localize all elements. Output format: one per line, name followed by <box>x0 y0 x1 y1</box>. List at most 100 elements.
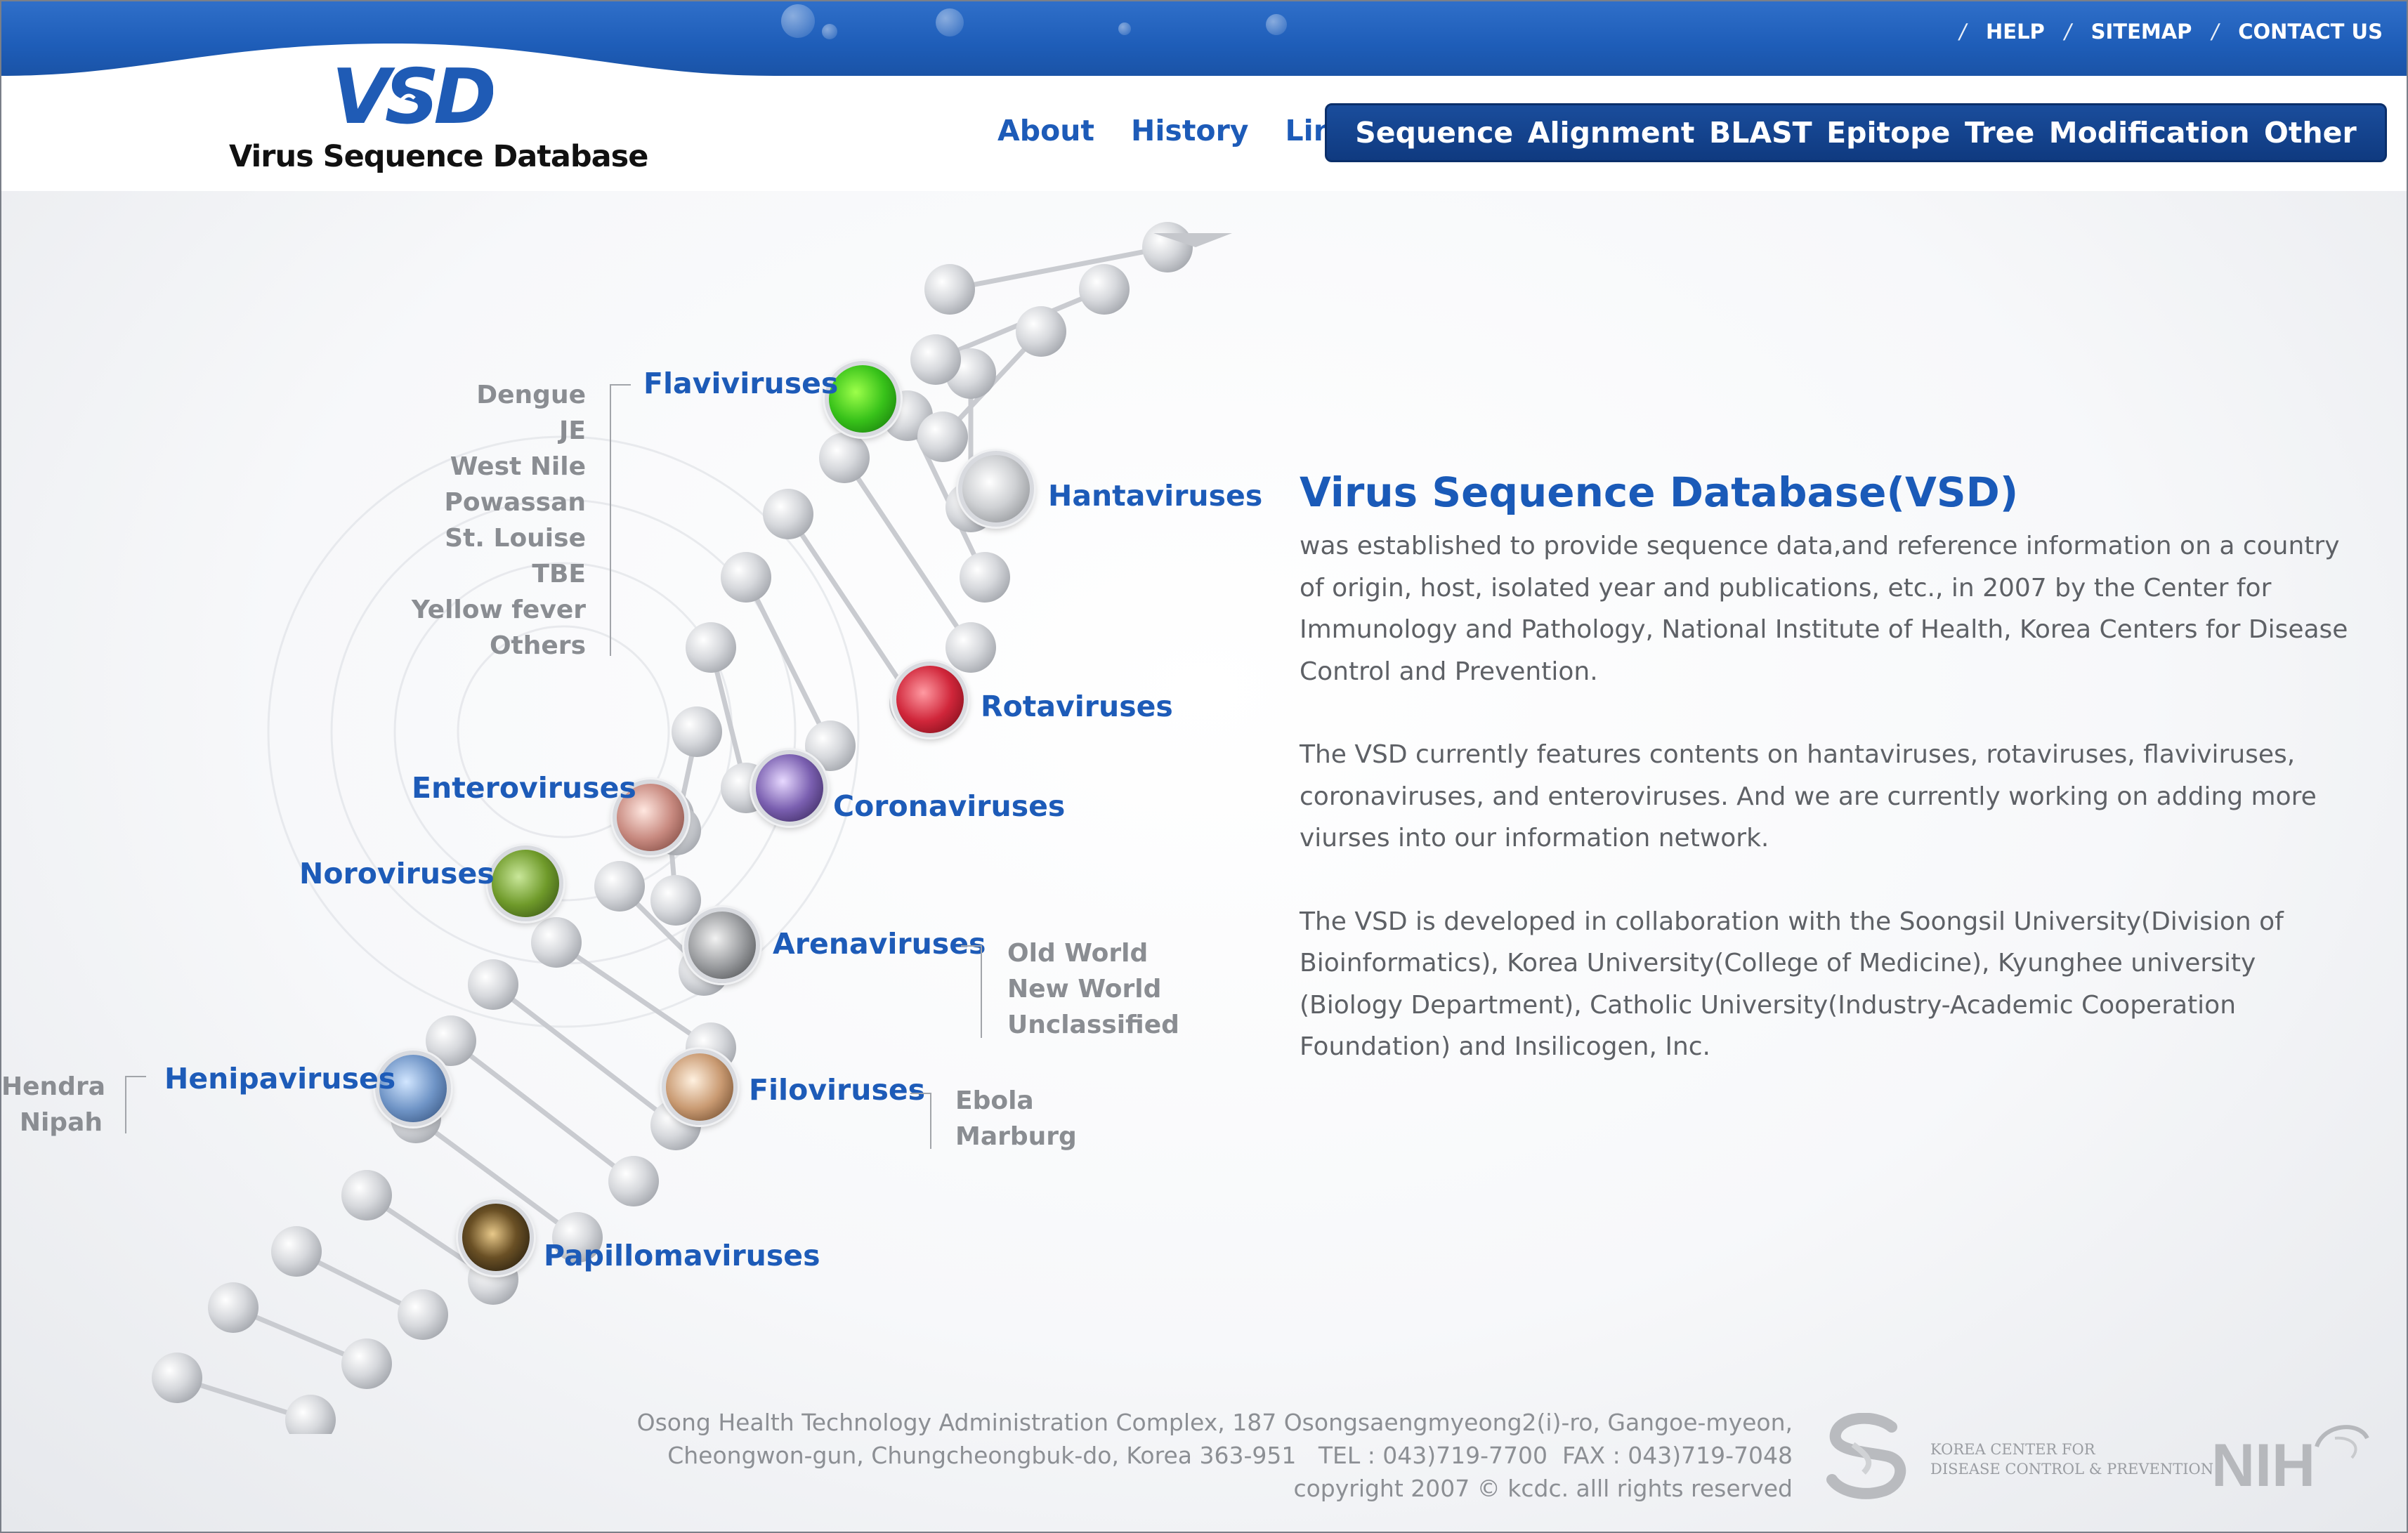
kcdc-logo-line: DISEASE CONTROL & PREVENTION <box>1930 1461 2214 1478</box>
coronavirus-image[interactable] <box>752 750 827 826</box>
nav-tree[interactable]: Tree <box>1965 116 2034 150</box>
bracket <box>961 945 982 1038</box>
dna-bead <box>531 917 582 968</box>
nav-epitope[interactable]: Epitope <box>1826 116 1950 150</box>
noroviruses-link[interactable]: Noroviruses <box>299 857 495 890</box>
dna-bead <box>960 552 1010 603</box>
sublist-item[interactable]: Others <box>395 628 586 664</box>
filoviruses-link[interactable]: Filoviruses <box>749 1073 925 1107</box>
bubble-decoration <box>936 8 964 37</box>
dna-bead <box>819 433 870 483</box>
dna-rung <box>949 244 1168 292</box>
dna-bead <box>208 1282 259 1333</box>
dna-bead <box>608 1156 659 1206</box>
logo-title: Virus Sequence Database <box>229 139 648 174</box>
dna-bead <box>341 1170 392 1221</box>
filovirus-image[interactable] <box>662 1049 738 1125</box>
sublist-item[interactable]: Hendra <box>1 1069 105 1105</box>
kcdc-logo-icon <box>1826 1413 1906 1499</box>
papillomaviruses-link[interactable]: Papillomaviruses <box>544 1239 820 1272</box>
dna-bead <box>1016 306 1066 357</box>
intro-paragraph: was established to provide sequence data… <box>1300 532 2348 686</box>
nav-history[interactable]: History <box>1131 114 1248 147</box>
bracket <box>910 1093 931 1149</box>
dna-bead <box>763 489 813 539</box>
arenavirus-image[interactable] <box>684 907 760 983</box>
intro-title: Virus Sequence Database(VSD) <box>1300 468 2019 516</box>
papillomavirus-image[interactable] <box>458 1199 534 1275</box>
sublist-item[interactable]: West Nile <box>395 449 586 485</box>
nav-blast[interactable]: BLAST <box>1709 116 1812 150</box>
norovirus-image[interactable] <box>488 846 563 921</box>
bubble-decoration <box>1266 14 1287 35</box>
hantaviruses-link[interactable]: Hantaviruses <box>1048 479 1262 513</box>
flavivirus-sublist: Dengue JE West Nile Powassan St. Louise … <box>395 377 586 664</box>
sublist-item[interactable]: JE <box>395 413 586 449</box>
henipaviruses-link[interactable]: Henipaviruses <box>164 1062 395 1096</box>
secondary-nav: About History Link <box>997 114 1353 147</box>
henipavirus-sublist: Hendra Nipah <box>1 1069 105 1140</box>
nav-about[interactable]: About <box>997 114 1094 147</box>
dna-bead <box>917 412 968 462</box>
kcdc-logo-line: KOREA CENTER FOR <box>1930 1441 2095 1458</box>
sublist-item[interactable]: Marburg <box>955 1119 1077 1154</box>
hantavirus-image[interactable] <box>958 451 1034 527</box>
arenaviruses-link[interactable]: Arenaviruses <box>773 927 986 961</box>
footer-line: Cheongwon-gun, Chungcheongbuk-do, Korea … <box>667 1442 1793 1469</box>
sublist-item[interactable]: Dengue <box>395 377 586 413</box>
dna-bead <box>285 1395 336 1434</box>
bubble-decoration <box>781 4 815 38</box>
dna-bead <box>152 1353 202 1403</box>
intro-paragraph: The VSD is developed in collaboration wi… <box>1300 907 2284 1062</box>
nav-alignment[interactable]: Alignment <box>1528 116 1695 150</box>
sublist-item[interactable]: St. Louise <box>395 520 586 556</box>
dna-bead <box>672 706 722 757</box>
sitemap-link[interactable]: SITEMAP <box>2091 20 2192 44</box>
bubble-decoration <box>1118 22 1131 35</box>
dna-bead <box>910 334 961 385</box>
rotaviruses-link[interactable]: Rotaviruses <box>981 690 1173 723</box>
vsd-logo[interactable]: VSD Virus Sequence Database <box>226 56 648 179</box>
dna-rung <box>786 513 917 705</box>
copyright: copyright 2007 © kcdc. alll rights reser… <box>1293 1475 1793 1502</box>
sublist-item[interactable]: Unclassified <box>1007 1007 1179 1043</box>
sublist-item[interactable]: Nipah <box>1 1105 103 1140</box>
dna-bead <box>271 1226 322 1277</box>
dna-bead <box>721 552 771 603</box>
dna-bead <box>341 1338 392 1389</box>
utility-nav: / HELP / SITEMAP / CONTACT US <box>1959 20 2383 44</box>
enteroviruses-link[interactable]: Enteroviruses <box>412 771 636 805</box>
dna-bead <box>924 264 975 315</box>
dna-bead <box>1142 222 1193 272</box>
footer-line: Osong Health Technology Administration C… <box>636 1409 1793 1436</box>
sublist-item[interactable]: Ebola <box>955 1083 1077 1119</box>
nav-sequence[interactable]: Sequence <box>1355 116 1513 150</box>
dna-bead <box>686 622 736 673</box>
separator: / <box>2064 20 2072 44</box>
sublist-item[interactable]: Powassan <box>395 485 586 520</box>
vsd-logo-mark: VSD <box>332 56 493 140</box>
dna-rung <box>842 456 973 649</box>
nav-other[interactable]: Other <box>2264 116 2357 150</box>
contact-us-link[interactable]: CONTACT US <box>2238 20 2383 44</box>
help-link[interactable]: HELP <box>1986 20 2045 44</box>
bracket <box>125 1076 146 1133</box>
dna-bead <box>594 861 645 912</box>
kcdc-logo-text: KOREA CENTER FOR DISEASE CONTROL & PREVE… <box>1930 1440 2213 1479</box>
dna-bead <box>1079 264 1130 315</box>
sublist-item[interactable]: New World <box>1007 971 1179 1007</box>
sublist-item[interactable]: Yellow fever <box>395 592 586 628</box>
dna-bead <box>650 875 701 926</box>
sublist-item[interactable]: Old World <box>1007 935 1179 971</box>
dna-bead <box>945 622 996 673</box>
flaviviruses-link[interactable]: Flaviviruses <box>643 367 838 400</box>
dna-rung <box>743 576 833 747</box>
filovirus-sublist: Ebola Marburg <box>955 1083 1077 1154</box>
main-nav: Sequence Alignment BLAST Epitope Tree Mo… <box>1325 103 2387 162</box>
coronaviruses-link[interactable]: Coronaviruses <box>833 789 1065 823</box>
separator: / <box>1959 20 1966 44</box>
nav-modification[interactable]: Modification <box>2049 116 2250 150</box>
rotavirus-image[interactable] <box>892 662 968 737</box>
sublist-item[interactable]: TBE <box>395 556 586 592</box>
footer-address: Osong Health Technology Administration C… <box>634 1406 1793 1505</box>
